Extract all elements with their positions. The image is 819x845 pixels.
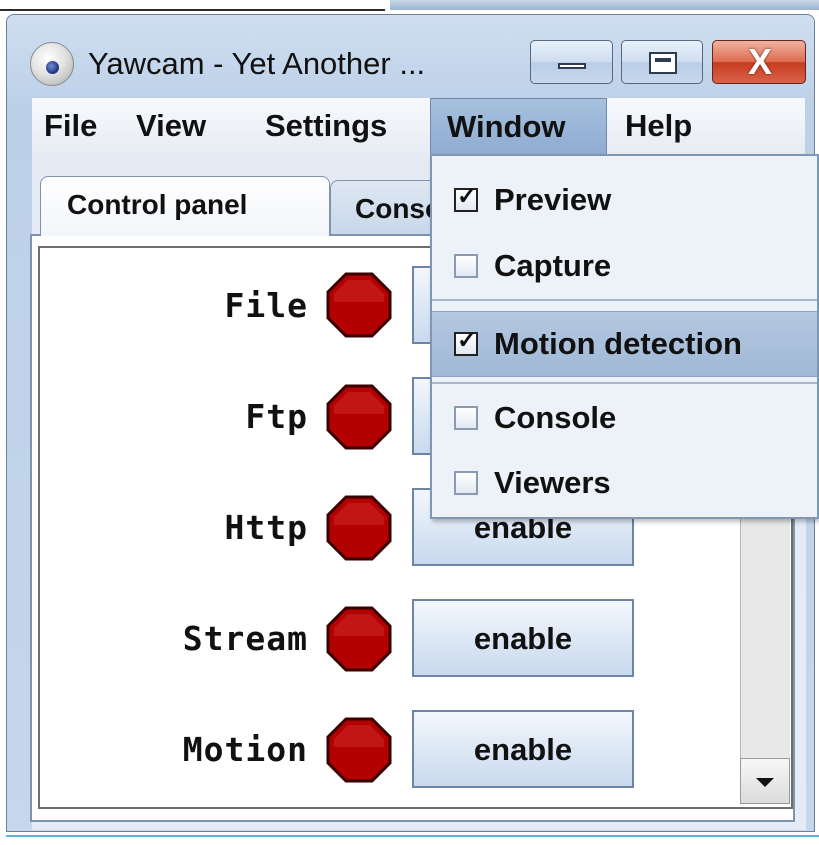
stop-status-icon <box>326 717 392 783</box>
stop-status-icon <box>326 384 392 450</box>
minimize-icon <box>558 63 586 69</box>
stop-status-icon <box>326 495 392 561</box>
menu-item-label: Console <box>494 400 617 435</box>
window-title: Yawcam - Yet Another ... <box>88 46 426 81</box>
menu-settings[interactable]: Settings <box>265 98 387 154</box>
window-bottom-edge <box>6 832 819 845</box>
row-label-motion: Motion <box>182 730 308 769</box>
menu-help[interactable]: Help <box>625 98 692 154</box>
menu-separator <box>432 382 817 384</box>
checkbox-unchecked-icon <box>454 471 478 495</box>
row-label-file: File <box>224 286 308 325</box>
checkbox-checked-icon <box>454 182 478 212</box>
minimize-button[interactable] <box>530 40 613 84</box>
menu-item-capture[interactable]: Capture <box>432 236 817 296</box>
tab-control-panel[interactable]: Control panel <box>40 176 330 236</box>
window-menu-dropdown: Preview Capture Motion detection Console… <box>430 154 819 519</box>
row-label-http: Http <box>224 508 308 547</box>
menu-item-label: Capture <box>494 248 612 283</box>
menu-item-preview[interactable]: Preview <box>432 170 817 230</box>
checkbox-unchecked-icon <box>454 254 478 278</box>
stop-status-icon <box>326 606 392 672</box>
maximize-button[interactable] <box>621 40 703 84</box>
menu-bar: File View Settings Window Help <box>32 98 805 154</box>
motion-enable-button[interactable]: enable <box>412 710 634 788</box>
menu-file[interactable]: File <box>44 98 97 154</box>
close-icon: X <box>747 41 772 82</box>
stop-status-icon <box>326 272 392 338</box>
row-label-ftp: Ftp <box>245 397 308 436</box>
menu-item-label: Viewers <box>494 465 611 500</box>
menu-item-label: Motion detection <box>494 326 742 361</box>
desktop-line <box>0 0 385 11</box>
menu-item-viewers[interactable]: Viewers <box>432 453 817 513</box>
desktop-strip <box>0 0 819 14</box>
checkbox-checked-icon <box>454 326 478 356</box>
maximize-icon <box>649 52 677 74</box>
menu-item-console[interactable]: Console <box>432 388 817 448</box>
menu-item-label: Preview <box>494 182 612 217</box>
checkbox-unchecked-icon <box>454 406 478 430</box>
close-button[interactable]: X <box>712 40 806 84</box>
menu-separator <box>432 299 817 301</box>
stream-enable-button[interactable]: enable <box>412 599 634 677</box>
menu-item-motion-detection[interactable]: Motion detection <box>432 311 817 377</box>
webcam-icon <box>30 42 74 86</box>
row-label-stream: Stream <box>182 619 308 658</box>
scroll-down-arrow-icon[interactable] <box>740 758 790 804</box>
menu-window[interactable]: Window <box>430 98 607 154</box>
taskbar-fragment <box>390 0 819 10</box>
menu-view[interactable]: View <box>136 98 206 154</box>
